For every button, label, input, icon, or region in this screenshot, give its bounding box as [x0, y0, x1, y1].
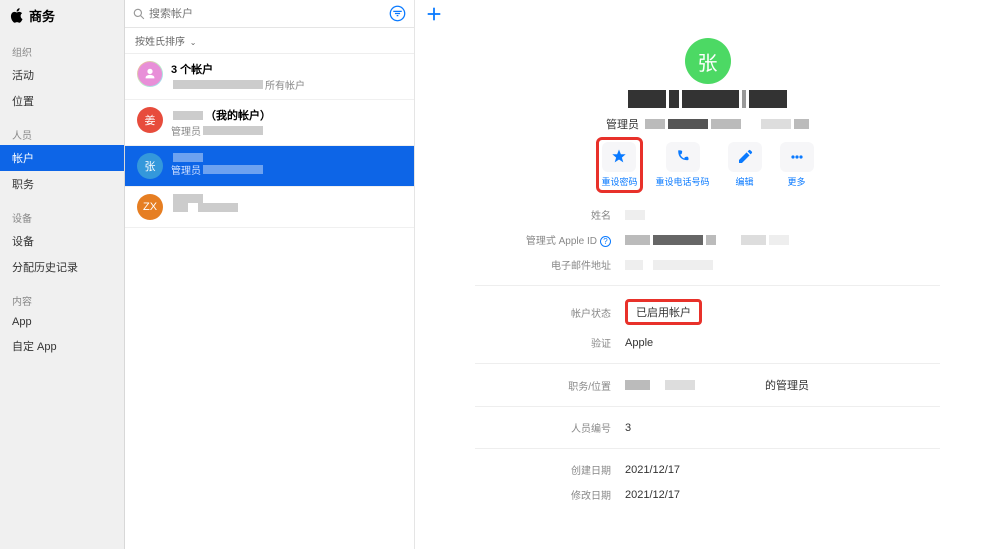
- sidebar-item[interactable]: 分配历史记录: [0, 254, 124, 280]
- detail-name-redacted: [628, 90, 788, 108]
- detail-avatar: 张: [685, 38, 731, 84]
- sidebar-item[interactable]: 活动: [0, 62, 124, 88]
- field-label-role: 职务/位置: [475, 378, 625, 393]
- edit-button[interactable]: 编辑: [728, 142, 762, 188]
- app-header: 商务: [0, 0, 124, 31]
- field-label-personid: 人员编号: [475, 420, 625, 435]
- detail-header: 张 管理员 重设密码 重设电话号码 编辑 更多: [415, 28, 1000, 202]
- sort-dropdown[interactable]: 按姓氏排序 ⌄: [125, 28, 414, 54]
- reset-password-button[interactable]: 重设密码: [601, 142, 637, 188]
- detail-role-line: 管理员: [606, 116, 809, 132]
- status-highlight: 已启用帐户: [625, 299, 702, 325]
- account-subtext: 管理员: [171, 123, 402, 138]
- reset-phone-icon: [666, 142, 700, 172]
- avatar: ZX: [137, 194, 163, 220]
- sidebar-item[interactable]: 设备: [0, 228, 124, 254]
- sidebar-section-title: 设备: [0, 207, 124, 228]
- account-list-item[interactable]: 张管理员: [125, 146, 414, 187]
- detail-toolbar: [415, 0, 1000, 28]
- avatar: 张: [137, 153, 163, 179]
- account-list-panel: 按姓氏排序 ⌄ 3 个帐户所有帐户姜（我的帐户）管理员张管理员ZX: [125, 0, 415, 549]
- action-label: 更多: [788, 175, 806, 188]
- field-label-name: 姓名: [475, 207, 625, 222]
- account-list-item[interactable]: 3 个帐户所有帐户: [125, 54, 414, 100]
- sidebar-item[interactable]: App: [0, 311, 124, 333]
- field-label-email: 电子邮件地址: [475, 257, 625, 272]
- field-value-personid: 3: [625, 422, 631, 434]
- sidebar-item[interactable]: 位置: [0, 88, 124, 114]
- reset-phone-button[interactable]: 重设电话号码: [656, 142, 710, 188]
- info-icon[interactable]: ?: [600, 236, 611, 247]
- account-name: 3 个帐户: [171, 61, 402, 77]
- sidebar-section-title: 内容: [0, 290, 124, 311]
- sidebar-item[interactable]: 帐户: [0, 145, 124, 171]
- app-title: 商务: [29, 6, 55, 25]
- search-row: [125, 0, 414, 28]
- account-subtext: 管理员: [171, 162, 402, 177]
- account-name: [171, 194, 402, 203]
- account-name: （我的帐户）: [171, 107, 402, 123]
- field-value-created: 2021/12/17: [625, 464, 680, 476]
- field-value-verify: Apple: [625, 337, 653, 349]
- field-label-status: 帐户状态: [475, 305, 625, 320]
- sidebar-item[interactable]: 职务: [0, 171, 124, 197]
- edit-icon: [728, 142, 762, 172]
- sidebar: 商务 组织活动位置人员帐户职务设备设备分配历史记录内容App自定 App: [0, 0, 125, 549]
- field-label-modified: 修改日期: [475, 487, 625, 502]
- add-icon[interactable]: [425, 5, 443, 23]
- sort-label: 按姓氏排序: [135, 37, 185, 48]
- sidebar-item[interactable]: 自定 App: [0, 333, 124, 359]
- sidebar-section-title: 组织: [0, 41, 124, 62]
- field-label-created: 创建日期: [475, 462, 625, 477]
- sidebar-section-title: 人员: [0, 124, 124, 145]
- filter-icon[interactable]: [389, 5, 406, 22]
- account-subtext: 所有帐户: [171, 77, 402, 92]
- account-list-item[interactable]: 姜 （我的帐户）管理员: [125, 100, 414, 146]
- detail-fields: 姓名 管理式 Apple ID? 电子邮件地址 帐户状态已启用帐户 验证Appl…: [415, 202, 1000, 527]
- account-subtext: [171, 203, 402, 212]
- field-value-role: 的管理员: [765, 377, 809, 393]
- account-name: [171, 153, 402, 162]
- field-value-status: 已启用帐户: [636, 307, 691, 319]
- avatar: [137, 61, 163, 87]
- detail-panel: 张 管理员 重设密码 重设电话号码 编辑 更多 姓名 管理式 Apple ID? 电子…: [415, 0, 1000, 549]
- field-label-appleid: 管理式 Apple ID: [526, 236, 597, 247]
- field-label-verify: 验证: [475, 335, 625, 350]
- chevron-down-icon: ⌄: [190, 38, 197, 47]
- account-list-item[interactable]: ZX: [125, 187, 414, 228]
- search-input[interactable]: [149, 8, 389, 20]
- more-icon: [780, 142, 814, 172]
- action-label: 重设密码: [601, 175, 637, 188]
- avatar: 姜: [137, 107, 163, 133]
- search-icon: [133, 8, 145, 20]
- reset-password-icon: [602, 142, 636, 172]
- apple-logo-icon: [10, 8, 23, 23]
- field-value-modified: 2021/12/17: [625, 489, 680, 501]
- action-label: 重设电话号码: [656, 175, 710, 188]
- action-label: 编辑: [736, 175, 754, 188]
- more-button[interactable]: 更多: [780, 142, 814, 188]
